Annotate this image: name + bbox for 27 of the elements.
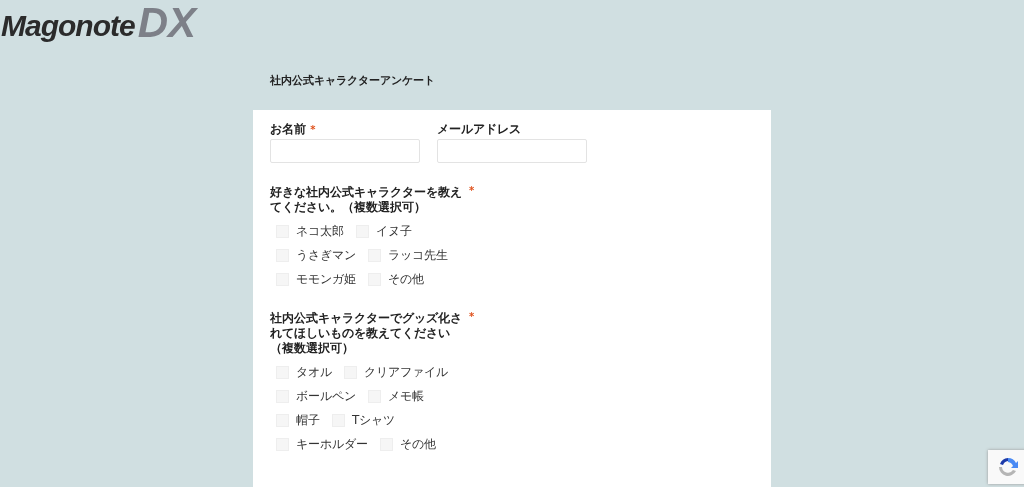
field-label: お名前 <box>270 122 306 136</box>
option-label: 帽子 <box>296 411 320 429</box>
required-mark: * <box>310 124 316 135</box>
option-label: イヌ子 <box>376 222 412 240</box>
option-label: モモンガ姫 <box>296 270 356 288</box>
required-mark: * <box>469 311 475 324</box>
question-label: 好きな社内公式キャラクターを教えてください。（複数選択可） <box>270 185 463 215</box>
option-label: メモ帳 <box>388 387 424 405</box>
text-field[interactable] <box>437 139 587 163</box>
option-label: キーホルダー <box>296 435 368 453</box>
logo-wordmark: Magonote <box>1 11 135 44</box>
option-label: Tシャツ <box>352 411 396 429</box>
text-field[interactable] <box>270 139 420 163</box>
option-label: クリアファイル <box>364 363 448 381</box>
option-label: タオル <box>296 363 332 381</box>
option-label: その他 <box>388 270 424 288</box>
logo-mark: DX <box>137 2 196 44</box>
option-label: うさぎマン <box>296 246 356 264</box>
form-title: 社内公式キャラクターアンケート <box>269 73 436 89</box>
option-label: ボールペン <box>296 387 356 405</box>
question-label: 社内公式キャラクターでグッズ化されてほしいものを教えてください（複数選択可） <box>270 311 463 356</box>
recaptcha-icon <box>997 456 1019 478</box>
required-mark: * <box>469 185 475 198</box>
option-label: ネコ太郎 <box>296 222 344 240</box>
option-label: ラッコ先生 <box>388 246 448 264</box>
field-label: メールアドレス <box>437 122 521 136</box>
option-label: その他 <box>400 435 436 453</box>
